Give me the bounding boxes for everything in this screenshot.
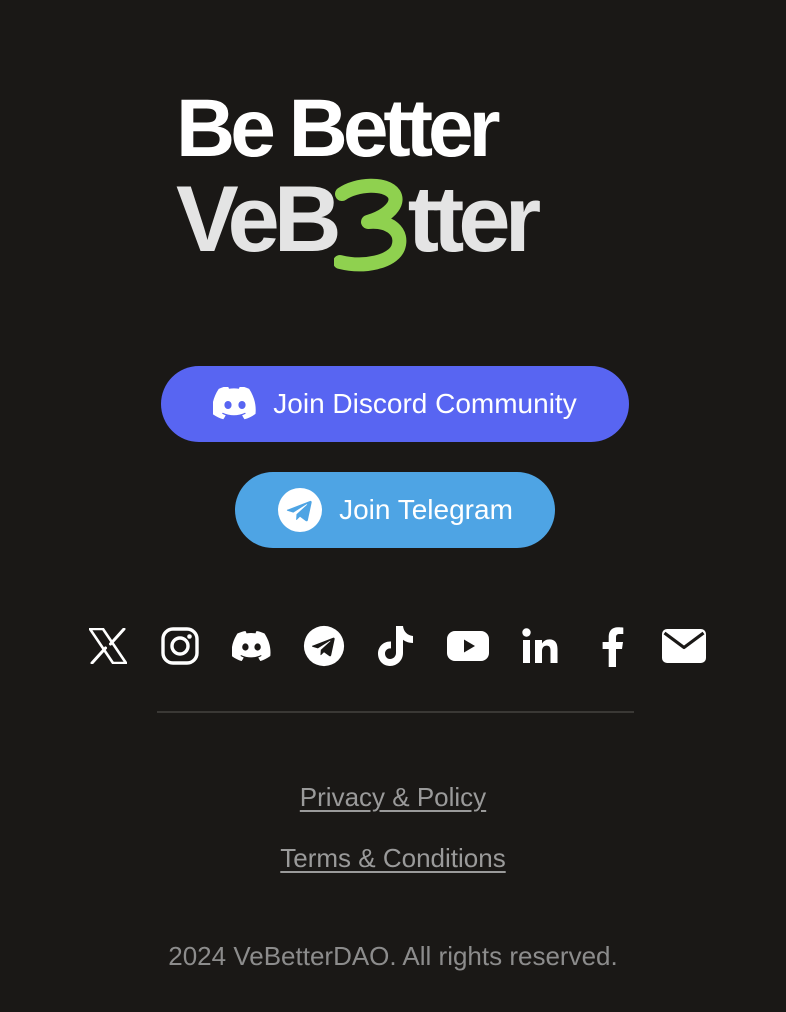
privacy-policy-link-row: Privacy & Policy [0, 782, 786, 813]
discord-icon[interactable] [228, 622, 276, 670]
telegram-icon[interactable] [300, 622, 348, 670]
tiktok-icon[interactable] [372, 622, 420, 670]
footer-page: Be Better VeB tter Join Discord Communit… [0, 0, 786, 1012]
join-telegram-label: Join Telegram [339, 494, 513, 525]
terms-conditions-link[interactable]: Terms & Conditions [280, 843, 505, 873]
logo-line-1: Be Better [176, 83, 501, 174]
instagram-icon[interactable] [156, 622, 204, 670]
facebook-icon[interactable] [588, 622, 636, 670]
logo-line-2-prefix: VeB [176, 166, 342, 271]
copyright-text: 2024 VeBetterDAO. All rights reserved. [168, 941, 618, 971]
email-icon[interactable] [660, 622, 708, 670]
join-discord-label: Join Discord Community [273, 388, 577, 419]
social-links [84, 620, 708, 672]
youtube-icon[interactable] [444, 622, 492, 670]
footer-divider [157, 711, 634, 713]
logo-green-3-mark [333, 172, 410, 272]
terms-conditions-link-row: Terms & Conditions [0, 843, 786, 874]
x-icon[interactable] [84, 622, 132, 670]
privacy-policy-link[interactable]: Privacy & Policy [300, 782, 486, 812]
vebetter-logo[interactable]: Be Better VeB tter [176, 88, 616, 278]
join-discord-button[interactable]: Join Discord Community [161, 366, 629, 442]
telegram-icon [277, 487, 323, 533]
join-telegram-button[interactable]: Join Telegram [235, 472, 555, 548]
linkedin-icon[interactable] [516, 622, 564, 670]
logo-line-2: VeB tter [176, 166, 541, 272]
logo-line-2-suffix: tter [407, 166, 541, 271]
discord-icon [213, 387, 257, 421]
